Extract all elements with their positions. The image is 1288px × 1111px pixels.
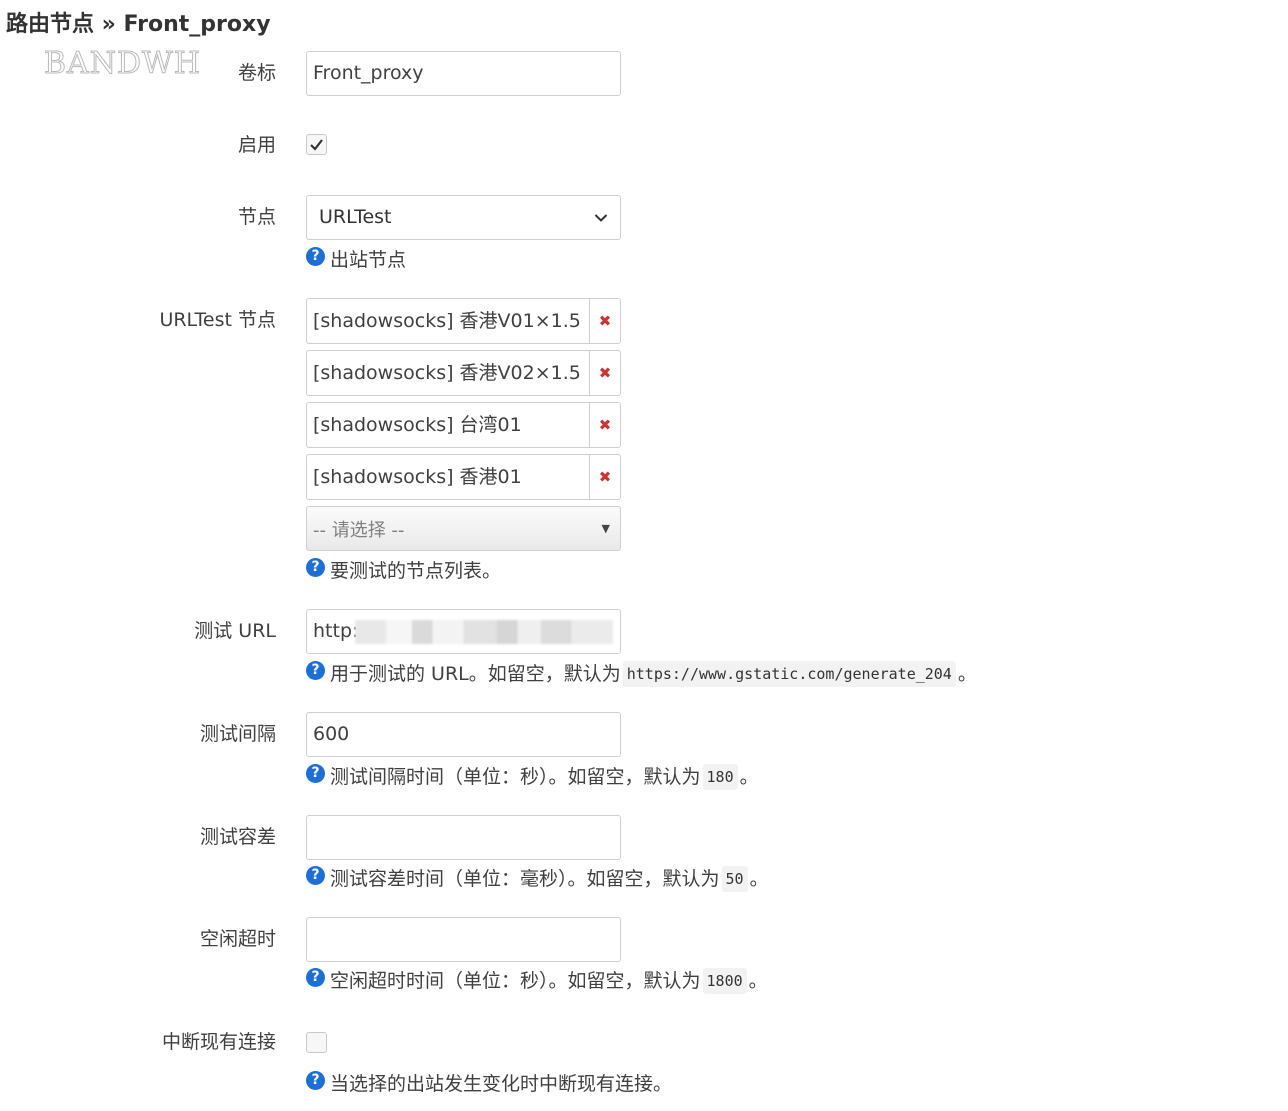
urltest-node-name: [shadowsocks] 香港V01×1.5 — [313, 310, 581, 332]
test-tolerance-default-code: 50 — [721, 866, 748, 892]
check-icon — [310, 139, 323, 151]
help-icon: ? — [306, 246, 325, 266]
node-select-value: URLTest — [319, 206, 392, 228]
remove-icon[interactable]: ✖ — [589, 455, 620, 499]
idle-timeout-input[interactable] — [306, 917, 621, 962]
remove-icon[interactable]: ✖ — [589, 299, 620, 343]
test-url-hint-text: 用于测试的 URL。如留空，默认为 — [330, 663, 621, 685]
remove-icon[interactable]: ✖ — [589, 403, 620, 447]
test-tolerance-hint: ? 测试容差时间（单位：毫秒）。如留空，默认为 50 。 — [306, 865, 769, 892]
node-label: 节点 — [237, 206, 276, 228]
node-hint-text: 出站节点 — [330, 249, 407, 271]
help-icon: ? — [306, 1070, 325, 1090]
urltest-nodes-label: URLTest 节点 — [159, 309, 276, 331]
test-interval-hint-text: 测试间隔时间（单位：秒）。如留空，默认为 — [330, 766, 701, 788]
test-tolerance-hint-text: 测试容差时间（单位：毫秒）。如留空，默认为 — [330, 868, 720, 890]
test-tolerance-hint-end: 。 — [749, 868, 769, 890]
test-url-default-code: https://www.gstatic.com/generate_204 — [622, 661, 956, 687]
help-icon: ? — [306, 967, 325, 987]
chevron-down-icon — [594, 213, 608, 222]
help-icon: ? — [306, 865, 325, 885]
interrupt-connections-label: 中断现有连接 — [161, 1031, 276, 1053]
caret-down-icon: ▼ — [601, 522, 610, 535]
test-url-input[interactable]: http:/ — [306, 609, 621, 654]
urltest-node-item: [shadowsocks] 香港V02×1.5 ✖ — [306, 350, 621, 396]
test-tolerance-input[interactable] — [306, 815, 621, 860]
redacted-url-blur — [355, 620, 613, 644]
label-field-label: 卷标 — [237, 62, 276, 84]
help-icon: ? — [306, 660, 325, 680]
idle-timeout-label: 空闲超时 — [199, 928, 276, 950]
interrupt-connections-hint: ? 当选择的出站发生变化时中断现有连接。 — [306, 1070, 673, 1097]
interrupt-connections-checkbox[interactable] — [306, 1032, 327, 1053]
test-url-hint-end: 。 — [957, 663, 977, 685]
node-hint: ? 出站节点 — [306, 246, 407, 273]
label-input[interactable]: Front_proxy — [306, 51, 621, 96]
test-url-label: 测试 URL — [194, 620, 276, 642]
enabled-label: 启用 — [237, 134, 276, 156]
urltest-node-add-placeholder: -- 请选择 -- — [313, 519, 405, 541]
urltest-node-name: [shadowsocks] 台湾01 — [313, 414, 522, 436]
interrupt-connections-hint-text: 当选择的出站发生变化时中断现有连接。 — [330, 1073, 673, 1095]
urltest-nodes-hint: ? 要测试的节点列表。 — [306, 557, 502, 584]
urltest-node-item: [shadowsocks] 台湾01 ✖ — [306, 402, 621, 448]
test-interval-label: 测试间隔 — [199, 723, 276, 745]
test-url-hint: ? 用于测试的 URL。如留空，默认为 https://www.gstatic.… — [306, 660, 977, 687]
remove-icon[interactable]: ✖ — [589, 351, 620, 395]
test-tolerance-label: 测试容差 — [199, 826, 276, 848]
help-icon: ? — [306, 557, 325, 577]
urltest-node-item: [shadowsocks] 香港01 ✖ — [306, 454, 621, 500]
test-interval-input[interactable]: 600 — [306, 712, 621, 757]
urltest-node-item: [shadowsocks] 香港V01×1.5 ✖ — [306, 298, 621, 344]
node-select[interactable]: URLTest — [306, 195, 621, 240]
test-interval-default-code: 180 — [702, 764, 738, 790]
urltest-node-add-select[interactable]: -- 请选择 -- ▼ — [306, 506, 621, 551]
test-interval-hint: ? 测试间隔时间（单位：秒）。如留空，默认为 180 。 — [306, 763, 759, 790]
help-icon: ? — [306, 763, 325, 783]
idle-timeout-hint: ? 空闲超时时间（单位：秒）。如留空，默认为 1800 。 — [306, 967, 768, 994]
urltest-node-name: [shadowsocks] 香港V02×1.5 — [313, 362, 581, 384]
idle-timeout-hint-end: 。 — [748, 970, 768, 992]
enabled-checkbox[interactable] — [306, 134, 327, 155]
watermark-logo: BANDWH — [43, 46, 202, 82]
idle-timeout-default-code: 1800 — [702, 968, 747, 994]
test-interval-hint-end: 。 — [739, 766, 759, 788]
idle-timeout-hint-text: 空闲超时时间（单位：秒）。如留空，默认为 — [330, 970, 701, 992]
urltest-node-name: [shadowsocks] 香港01 — [313, 466, 522, 488]
page-title: 路由节点 » Front_proxy — [6, 12, 271, 37]
urltest-nodes-hint-text: 要测试的节点列表。 — [330, 560, 502, 582]
